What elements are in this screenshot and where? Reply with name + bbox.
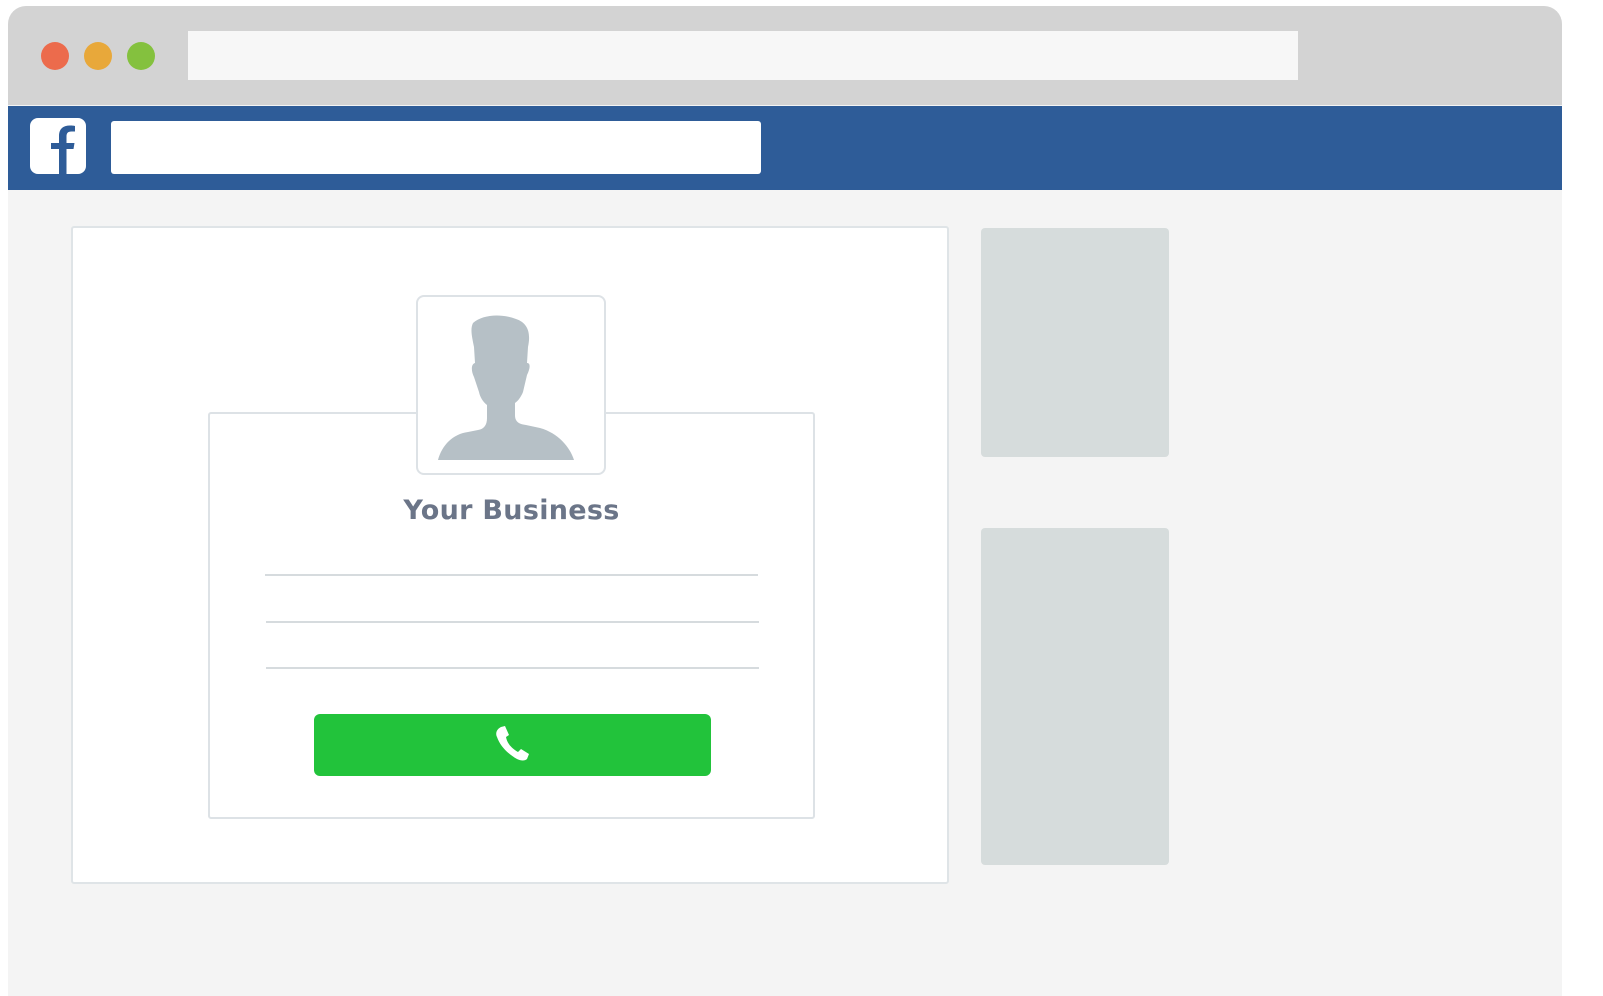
person-silhouette-icon (438, 315, 574, 460)
browser-titlebar (8, 6, 1562, 105)
main-content-card: Your Business (71, 226, 949, 884)
call-button[interactable] (314, 714, 711, 776)
profile-picture[interactable] (416, 295, 606, 475)
facebook-logo-icon[interactable] (30, 118, 86, 174)
facebook-f-glyph (51, 125, 75, 174)
maximize-window-button[interactable] (127, 42, 155, 70)
info-placeholder-line (266, 667, 759, 669)
address-bar-input[interactable] (188, 31, 1298, 80)
facebook-header (8, 106, 1562, 190)
phone-icon (496, 726, 529, 761)
info-placeholder-line (266, 621, 759, 623)
close-window-button[interactable] (41, 42, 69, 70)
business-name: Your Business (403, 495, 620, 526)
browser-window: Your Business (8, 6, 1562, 996)
sidebar-placeholder-block (981, 528, 1169, 865)
minimize-window-button[interactable] (84, 42, 112, 70)
sidebar-placeholder-block (981, 228, 1169, 457)
info-placeholder-line (265, 574, 758, 576)
facebook-search-input[interactable] (111, 121, 761, 174)
